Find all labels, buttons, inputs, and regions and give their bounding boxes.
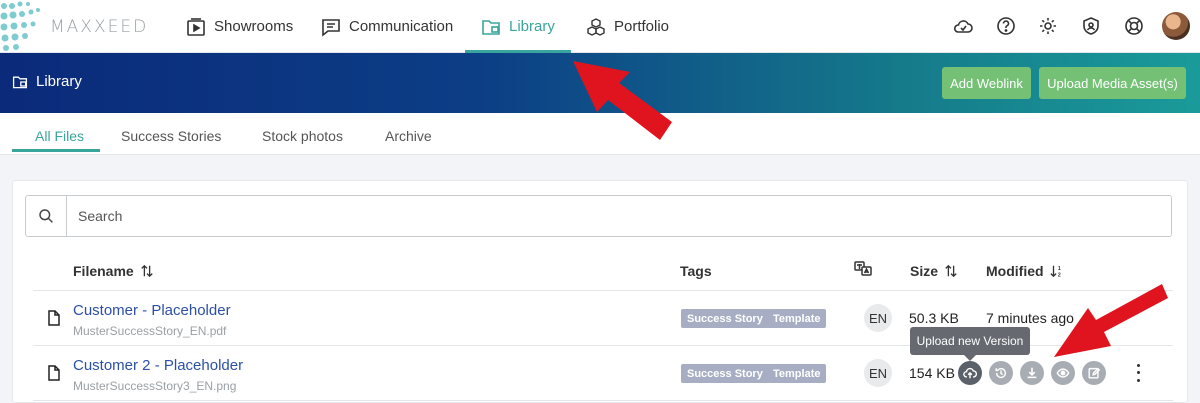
svg-text:2: 2 [1057, 272, 1060, 278]
support-button[interactable] [1123, 15, 1145, 37]
column-modified-label: Modified [986, 263, 1044, 279]
upload-version-tooltip: Upload new Version [910, 327, 1030, 361]
nav-showrooms[interactable]: Showrooms [186, 0, 293, 53]
page-title: Library [12, 73, 82, 90]
support-lifebuoy-icon [1125, 17, 1143, 35]
tag-badge[interactable]: Success Story [681, 309, 769, 328]
tab-all-files[interactable]: All Files [11, 128, 101, 152]
nav-communication-label: Communication [349, 18, 454, 35]
download-button[interactable] [1020, 361, 1044, 385]
brand-name: MAXXEED [50, 17, 149, 37]
column-size-label: Size [910, 263, 939, 279]
add-weblink-button[interactable]: Add Weblink [942, 67, 1031, 99]
sort-icon [945, 264, 957, 278]
history-icon [995, 367, 1007, 379]
language-badge: EN [864, 304, 892, 332]
language-badge: EN [864, 359, 892, 387]
search-input[interactable] [67, 196, 1171, 236]
tag-badge[interactable]: Success Story [681, 364, 769, 383]
document-icon [48, 310, 60, 326]
gear-icon [1040, 18, 1056, 34]
more-vertical-icon[interactable] [1133, 362, 1143, 384]
avatar[interactable] [1162, 12, 1190, 40]
document-icon [48, 365, 60, 381]
cubes-icon [587, 17, 605, 36]
search-box [25, 195, 1172, 237]
column-filename-label: Filename [73, 263, 134, 279]
page-title-text: Library [36, 73, 82, 90]
nav-library[interactable]: Library [465, 0, 571, 53]
preview-button[interactable] [1051, 361, 1075, 385]
preview-eye-icon [1056, 368, 1070, 378]
download-icon [1027, 367, 1037, 379]
shield-icon [1083, 17, 1099, 35]
modified-time: 7 minutes ago [986, 310, 1074, 326]
sort-icon [140, 264, 153, 278]
tab-archive[interactable]: Archive [385, 128, 432, 144]
tab-success-stories[interactable]: Success Stories [121, 128, 221, 144]
file-name: MusterSuccessStory_EN.pdf [73, 324, 227, 338]
brand-logo[interactable]: MAXXEED [0, 0, 170, 53]
nav-library-label: Library [509, 18, 555, 35]
library-tabs: All Files Success Stories Stock photos A… [0, 113, 1200, 155]
file-title-link[interactable]: Customer - Placeholder [73, 302, 231, 319]
tag-badge[interactable]: Template [767, 364, 827, 383]
nav-portfolio[interactable]: Portfolio [586, 0, 669, 53]
file-size: 154 KB [909, 365, 955, 381]
showroom-icon [187, 17, 205, 36]
top-navigation: MAXXEED Showrooms Communication Library … [0, 0, 1200, 53]
library-header: Library Add Weblink Upload Media Asset(s… [0, 53, 1200, 113]
help-button[interactable] [995, 15, 1017, 37]
security-button[interactable] [1080, 15, 1102, 37]
nav-showrooms-label: Showrooms [214, 18, 294, 35]
file-name: MusterSuccessStory3_EN.png [73, 379, 237, 393]
sort-descending-icon: 12 [1049, 265, 1060, 278]
column-size[interactable]: Size [910, 263, 958, 279]
column-language [853, 259, 873, 279]
search-icon [26, 196, 67, 236]
chat-icon [322, 18, 340, 37]
nav-portfolio-label: Portfolio [614, 18, 670, 35]
cloud-sync-button[interactable] [952, 15, 974, 37]
version-history-button[interactable] [989, 361, 1013, 385]
table-header: Filename Tags Size Modified 12 [33, 251, 1173, 291]
file-list-card: Filename Tags Size Modified 12 Customer … [12, 180, 1188, 403]
folder-library-icon [482, 19, 500, 35]
upload-version-icon [963, 367, 977, 379]
svg-text:1: 1 [1057, 266, 1060, 272]
nav-communication[interactable]: Communication [321, 0, 453, 53]
upload-media-asset-button[interactable]: Upload Media Asset(s) [1039, 67, 1186, 99]
translate-icon [854, 261, 872, 276]
file-title-link[interactable]: Customer 2 - Placeholder [73, 357, 243, 374]
edit-button[interactable] [1082, 361, 1106, 385]
help-icon [997, 17, 1015, 35]
logo-dots-icon [0, 1, 40, 51]
settings-button[interactable] [1037, 15, 1059, 37]
column-modified[interactable]: Modified 12 [986, 263, 1064, 279]
column-tags: Tags [680, 263, 712, 279]
cloud-sync-icon [953, 20, 973, 33]
edit-icon [1088, 367, 1101, 379]
folder-library-icon [12, 76, 28, 88]
column-filename[interactable]: Filename [73, 263, 154, 279]
tab-stock-photos[interactable]: Stock photos [262, 128, 343, 144]
file-size: 50.3 KB [909, 310, 959, 326]
upload-version-button[interactable] [958, 361, 982, 385]
tag-badge[interactable]: Template [767, 309, 827, 328]
